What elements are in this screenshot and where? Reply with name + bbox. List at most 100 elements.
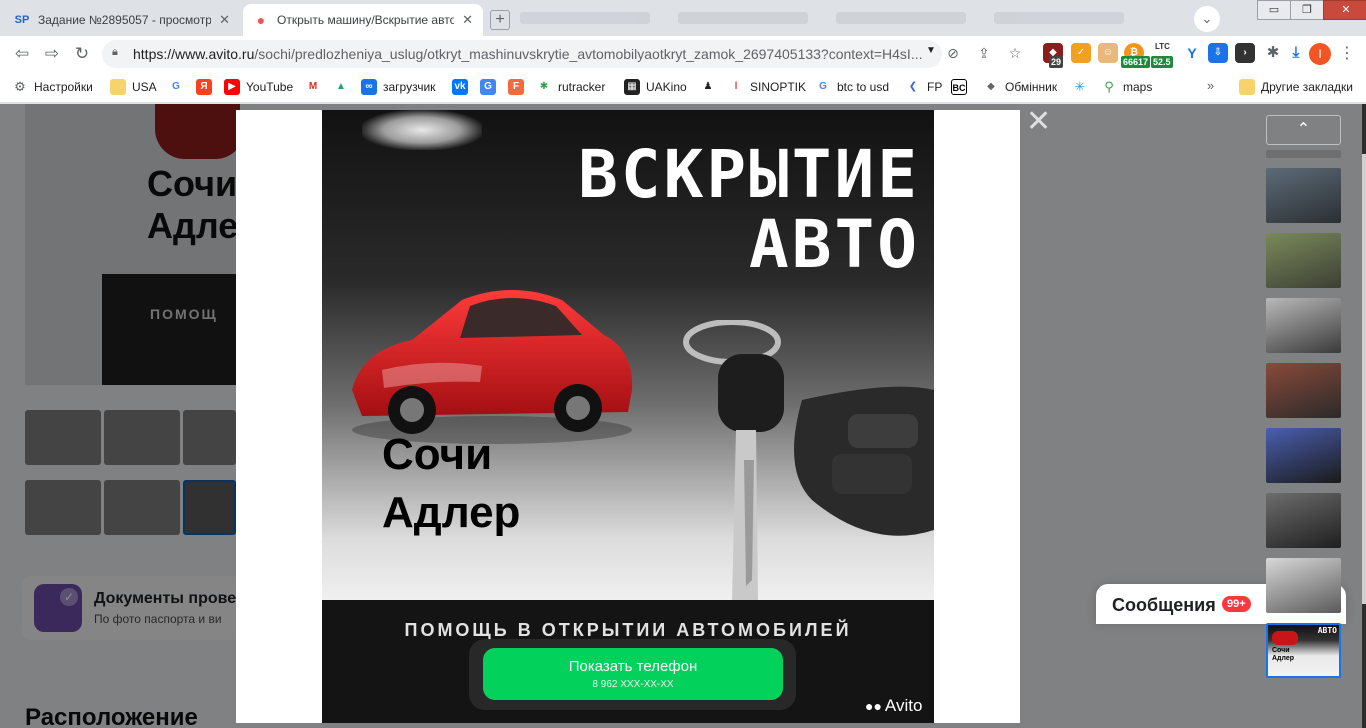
- browser-menu-icon[interactable]: ⋮: [1337, 43, 1357, 65]
- thumb-title: АВТО: [1317, 626, 1337, 635]
- bookmark-drive[interactable]: ▲: [333, 78, 355, 96]
- bookmark-vk[interactable]: vk: [452, 78, 474, 96]
- back-button[interactable]: ⇦: [12, 44, 32, 64]
- photo-city-1: Сочи: [382, 430, 493, 479]
- blocked-icon[interactable]: ⊘: [944, 44, 962, 62]
- tab-strip: SP Задание №2895057 - просмотр з ✕ ● Отк…: [0, 0, 1366, 36]
- infinity-icon: ∞: [361, 79, 377, 95]
- photo-headline-line1: ВСКРЫТИЕ: [578, 136, 920, 213]
- avito-dots-icon: ●●: [865, 698, 882, 714]
- gmail-icon: M: [305, 79, 321, 95]
- avito-watermark: ●● Avito: [865, 696, 923, 715]
- tab-avito[interactable]: ● Открыть машину/Вскрытие авто ✕: [243, 4, 483, 36]
- lock-icon[interactable]: 🔒︎: [112, 46, 126, 62]
- forward-button[interactable]: ⇨: [42, 44, 62, 64]
- tab-close-icon[interactable]: ✕: [462, 12, 473, 28]
- bookmark-rutracker[interactable]: ✱ rutracker: [536, 78, 605, 96]
- folder-icon: [1239, 79, 1255, 95]
- side-thumb[interactable]: [1266, 558, 1341, 613]
- bookmark-uakino[interactable]: ▦ UAKino: [624, 78, 687, 96]
- close-icon[interactable]: ✕: [1026, 107, 1051, 137]
- new-tab-button[interactable]: +: [490, 10, 510, 30]
- bookmark-bc[interactable]: BC: [951, 78, 973, 96]
- downloads-icon[interactable]: ⤓: [1286, 43, 1306, 63]
- extension-face-icon[interactable]: ☺: [1098, 43, 1118, 63]
- side-thumb[interactable]: [1266, 428, 1341, 483]
- side-thumb[interactable]: [1266, 150, 1341, 158]
- bookmark-downloader[interactable]: ∞ загрузчик: [361, 78, 435, 96]
- extension-y-icon[interactable]: Y: [1182, 43, 1202, 63]
- side-thumb[interactable]: [1266, 363, 1341, 418]
- extension-arrow-icon[interactable]: ›: [1235, 43, 1255, 63]
- bookmark-gmail[interactable]: M: [305, 78, 327, 96]
- listing-photo: ВСКРЫТИЕ АВТО Сочи Адлер ПОМОЩЬ В ОТКРЫТ…: [322, 110, 934, 723]
- side-thumb[interactable]: [1266, 233, 1341, 288]
- yandex-icon: Я: [196, 79, 212, 95]
- profile-avatar[interactable]: I: [1309, 43, 1331, 65]
- show-phone-button[interactable]: Показать телефон 8 962 XXX-XX-XX: [483, 648, 783, 700]
- gear-icon: ⚙: [12, 79, 28, 95]
- reload-button[interactable]: ↻: [72, 44, 92, 64]
- bookmark-google[interactable]: G: [168, 78, 190, 96]
- translate-icon: G: [480, 79, 496, 95]
- extension-badge: 29: [1049, 56, 1064, 68]
- drive-icon: ▲: [333, 79, 349, 95]
- bc-icon: BC: [951, 79, 967, 95]
- ltc-label: LTC: [1155, 42, 1170, 51]
- bookmark-snow[interactable]: ✳: [1072, 78, 1094, 96]
- rutracker-icon: ✱: [536, 79, 552, 95]
- red-car-illustration: [352, 290, 633, 444]
- bookmark-translate[interactable]: G: [480, 78, 502, 96]
- maps-pin-icon: ⚲: [1101, 79, 1117, 95]
- extension-honey-icon[interactable]: ✓: [1071, 43, 1091, 63]
- snowflake-icon: ✳: [1072, 79, 1088, 95]
- thumbnails-scroll-up-button[interactable]: ⌃: [1266, 115, 1341, 145]
- url-text[interactable]: https://www.avito.ru/sochi/predlozheniya…: [133, 46, 923, 62]
- bookmark-fp[interactable]: ❮ FP: [905, 78, 942, 96]
- bookmark-yandex[interactable]: Я: [196, 78, 218, 96]
- thumb-city: Сочи Адлер: [1272, 647, 1295, 662]
- tab-label: Задание №2895057 - просмотр з: [38, 13, 212, 27]
- other-bookmarks[interactable]: Другие закладки: [1239, 78, 1353, 96]
- page-scrollbar[interactable]: [1362, 104, 1366, 728]
- folder-icon: [110, 79, 126, 95]
- photo-banner-text: ПОМОЩЬ В ОТКРЫТИИ АВТОМОБИЛЕЙ: [404, 620, 852, 640]
- tab-close-icon[interactable]: ✕: [219, 12, 230, 28]
- bookmark-sinoptik[interactable]: ǀ SINOPTIK: [728, 78, 806, 96]
- google-icon: G: [168, 79, 184, 95]
- extension-download-icon[interactable]: ⇩: [1208, 43, 1228, 63]
- share-icon[interactable]: ⇪: [975, 44, 993, 62]
- side-thumb[interactable]: [1266, 298, 1341, 353]
- maximize-button[interactable]: ❐: [1290, 0, 1324, 20]
- side-thumb[interactable]: [1266, 168, 1341, 223]
- bookmark-usa[interactable]: USA: [110, 78, 157, 96]
- window-close-button[interactable]: ✕: [1323, 0, 1366, 20]
- side-thumb-selected[interactable]: АВТО Сочи Адлер: [1266, 623, 1341, 678]
- ltc-price-badge: 52.5: [1151, 56, 1173, 68]
- bookmark-f[interactable]: F: [508, 78, 530, 96]
- bookmark-settings[interactable]: ⚙ Настройки: [12, 78, 93, 96]
- bookmark-person[interactable]: ♟: [700, 78, 722, 96]
- tab-label: Открыть машину/Вскрытие авто: [277, 13, 455, 27]
- vk-icon: vk: [452, 79, 468, 95]
- background-tabs: [520, 12, 1170, 26]
- bookmarks-overflow-button[interactable]: »: [1207, 78, 1214, 93]
- omnibox-dropdown-icon[interactable]: ▼: [926, 45, 936, 56]
- bookmark-star-icon[interactable]: ☆: [1006, 44, 1024, 62]
- avito-favicon-icon: ●: [256, 12, 266, 28]
- phone-number-masked: 8 962 XXX-XX-XX: [592, 679, 674, 690]
- tab-search-button[interactable]: ⌄: [1194, 6, 1220, 32]
- minimize-button[interactable]: ▭: [1257, 0, 1291, 20]
- bookmark-youtube[interactable]: ▶ YouTube: [224, 78, 293, 96]
- uakino-icon: ▦: [624, 79, 640, 95]
- side-thumb[interactable]: [1266, 493, 1341, 548]
- diamond-icon: ◆: [983, 79, 999, 95]
- messages-label: Сообщения: [1112, 595, 1216, 615]
- bookmark-btc-usd[interactable]: Gbtc to usd: [815, 78, 889, 96]
- extensions-puzzle-icon[interactable]: ✱: [1263, 43, 1283, 63]
- bookmark-maps[interactable]: ⚲ maps: [1101, 78, 1152, 96]
- tab-task[interactable]: SP Задание №2895057 - просмотр з ✕: [4, 4, 240, 36]
- f-icon: F: [508, 79, 524, 95]
- youtube-icon: ▶: [224, 79, 240, 95]
- bookmark-exchanger[interactable]: ◆ Обмінник: [983, 78, 1057, 96]
